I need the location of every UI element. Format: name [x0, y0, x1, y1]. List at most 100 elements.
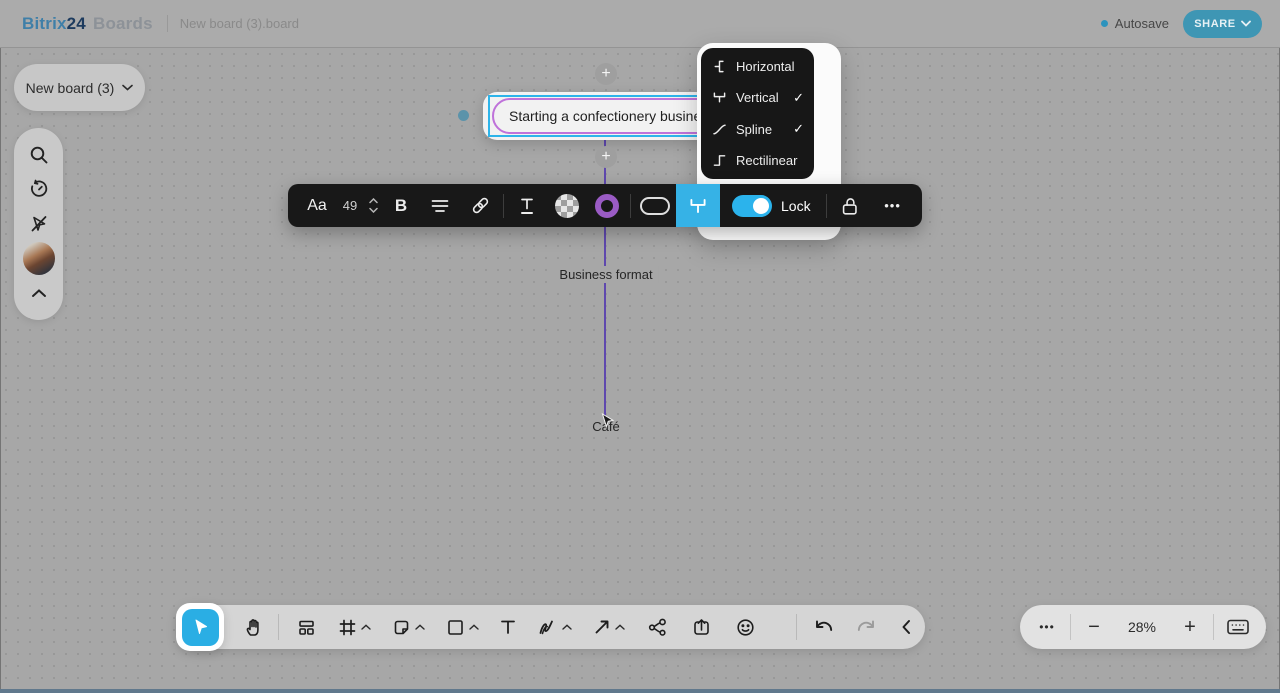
canvas-more-button[interactable]: •••: [1026, 605, 1068, 649]
rectilinear-icon: [711, 152, 728, 169]
shape-style-button[interactable]: [634, 184, 676, 227]
plus-icon: +: [601, 149, 610, 165]
layout-tool-button[interactable]: [285, 605, 327, 649]
autosave-status: Autosave: [1101, 16, 1169, 31]
chevron-up-icon: [415, 624, 425, 630]
logo-product: Boards: [93, 14, 153, 34]
mindmap-tool-button[interactable]: [635, 605, 679, 649]
fill-color-button[interactable]: [547, 184, 587, 227]
mouse-cursor-icon: [601, 413, 615, 428]
zoom-level[interactable]: 28%: [1115, 605, 1169, 649]
connector-type-menu: Horizontal Vertical ✓ Spline ✓ Rectiline…: [701, 48, 814, 179]
redo-icon: [855, 618, 877, 636]
toolbar-divider: [278, 614, 279, 640]
chevron-up-icon: [562, 624, 572, 630]
connector-layout-button[interactable]: [676, 184, 720, 227]
logo-24: 24: [67, 14, 86, 34]
search-icon[interactable]: [23, 139, 55, 171]
history-controls: [790, 605, 925, 649]
selection-toolbar: Aa 49 B Lock: [288, 184, 922, 227]
header-divider: [167, 15, 168, 32]
upload-icon: [691, 617, 712, 638]
hand-icon: [242, 616, 264, 638]
arrow-icon: [592, 617, 612, 637]
bottom-toolbar: [180, 605, 925, 649]
toggle-knob: [753, 198, 769, 214]
horizontal-layout-icon: [711, 58, 728, 75]
toolbar-divider: [826, 194, 827, 218]
lock-toggle[interactable]: [732, 195, 772, 217]
unlock-button[interactable]: [830, 184, 870, 227]
menu-item-horizontal[interactable]: Horizontal: [701, 51, 814, 82]
text-color-button[interactable]: [507, 184, 547, 227]
more-options-button[interactable]: •••: [870, 184, 916, 227]
avatar: [23, 242, 55, 275]
arrow-tool-button[interactable]: [581, 605, 635, 649]
select-tool-button[interactable]: [182, 609, 219, 646]
connection-handle[interactable]: [458, 110, 469, 121]
menu-item-label: Horizontal: [736, 59, 795, 74]
oval-shape-icon: [640, 197, 670, 215]
autosave-label: Autosave: [1115, 16, 1169, 31]
board-canvas[interactable]: [0, 48, 1280, 693]
chevron-down-icon: [369, 207, 378, 213]
pen-tool-button[interactable]: [527, 605, 581, 649]
chevron-down-icon: [122, 84, 133, 91]
board-selector[interactable]: New board (3): [14, 64, 145, 111]
vertical-layout-icon: [711, 89, 728, 106]
link-button[interactable]: [460, 184, 500, 227]
cursor-icon: [189, 616, 211, 638]
emoji-tool-button[interactable]: [723, 605, 767, 649]
redo-button[interactable]: [845, 605, 887, 649]
frame-tool-button[interactable]: [327, 605, 381, 649]
text-align-button[interactable]: [420, 184, 460, 227]
chevron-up-icon: [469, 624, 479, 630]
chevron-up-icon: [369, 198, 378, 204]
text-tool-button[interactable]: [489, 605, 527, 649]
share-button[interactable]: SHARE: [1183, 10, 1262, 38]
menu-item-label: Vertical: [736, 90, 779, 105]
timer-icon[interactable]: [23, 173, 55, 205]
menu-item-rectilinear[interactable]: Rectilinear: [701, 145, 814, 176]
shape-tool-button[interactable]: [435, 605, 489, 649]
pointer-hidden-icon[interactable]: [23, 208, 55, 240]
font-size-stepper[interactable]: [364, 184, 382, 227]
purple-border-swatch-icon: [595, 194, 619, 218]
menu-item-vertical[interactable]: Vertical ✓: [701, 82, 814, 113]
share-label: SHARE: [1194, 18, 1236, 30]
root-node-label: Starting a confectionery business: [509, 108, 715, 124]
import-tool-button[interactable]: [679, 605, 723, 649]
top-bar: Bitrix24 Boards New board (3).board Auto…: [0, 0, 1280, 48]
child-node[interactable]: Business format: [553, 266, 658, 283]
spline-icon: [711, 121, 728, 138]
toolbar-divider: [1070, 614, 1071, 640]
add-node-bottom-button[interactable]: +: [595, 146, 617, 168]
bold-button[interactable]: B: [382, 184, 420, 227]
align-icon: [430, 196, 450, 216]
zoom-out-button[interactable]: −: [1073, 605, 1115, 649]
font-size-value[interactable]: 49: [336, 184, 364, 227]
collapse-rail-button[interactable]: [23, 277, 55, 309]
collapse-toolbar-button[interactable]: [887, 605, 925, 649]
window-bottom-edge: [0, 689, 1280, 693]
add-node-top-button[interactable]: +: [595, 63, 617, 85]
sticky-note-icon: [391, 617, 412, 638]
sticky-note-tool-button[interactable]: [381, 605, 435, 649]
border-color-button[interactable]: [587, 184, 627, 227]
shortcuts-button[interactable]: [1216, 605, 1260, 649]
menu-item-label: Rectilinear: [736, 153, 797, 168]
user-avatar[interactable]: [23, 243, 55, 275]
lock-control: Lock: [720, 184, 823, 227]
chevron-down-icon: [1241, 20, 1251, 27]
undo-icon: [813, 618, 835, 636]
chevron-up-icon: [361, 624, 371, 630]
zoom-in-button[interactable]: +: [1169, 605, 1211, 649]
square-shape-icon: [445, 617, 466, 638]
menu-item-label: Spline: [736, 122, 772, 137]
plus-icon: +: [601, 66, 610, 82]
undo-button[interactable]: [803, 605, 845, 649]
font-family-button[interactable]: Aa: [298, 184, 336, 227]
unlock-icon: [839, 195, 861, 217]
hand-tool-button[interactable]: [234, 605, 272, 649]
menu-item-spline[interactable]: Spline ✓: [701, 114, 814, 145]
